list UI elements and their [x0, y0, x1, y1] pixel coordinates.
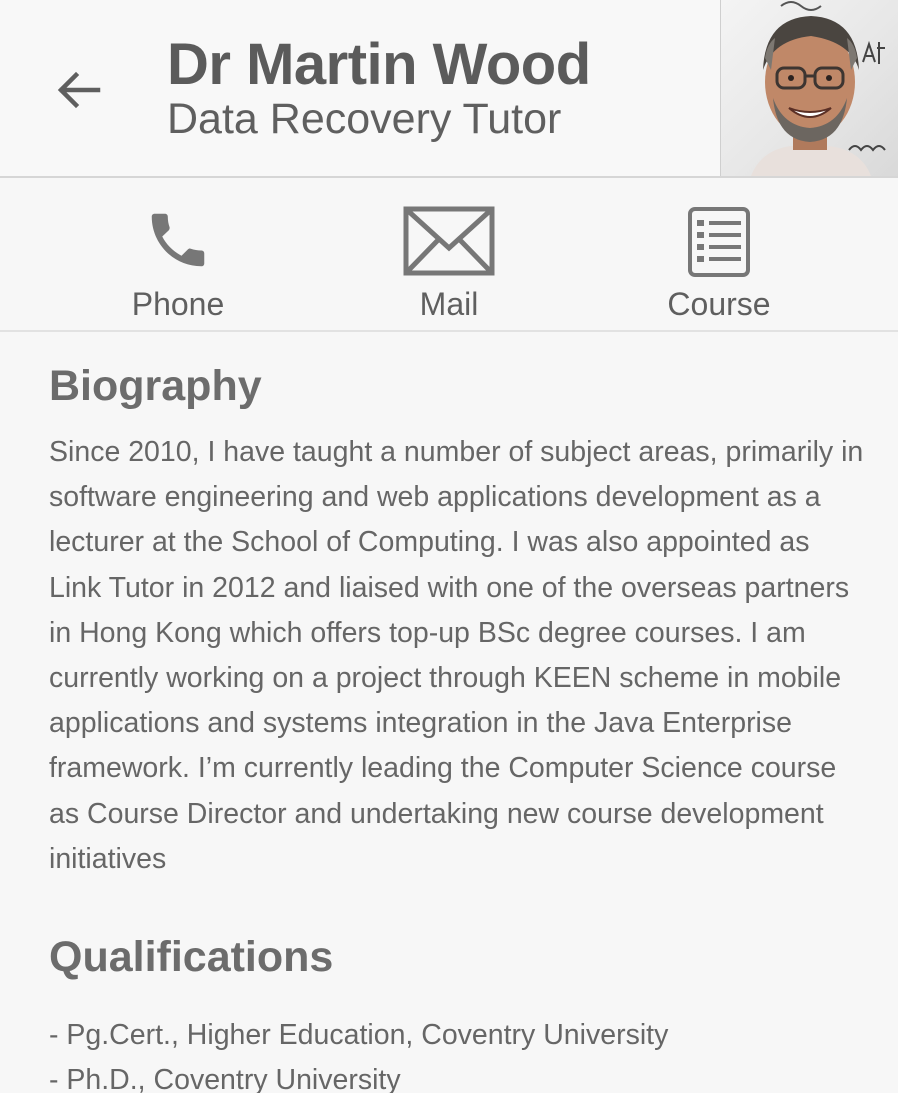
page-title: Dr Martin Wood [167, 32, 591, 97]
phone-label: Phone [131, 286, 225, 322]
app-header: Dr Martin Wood Data Recovery Tutor [0, 0, 898, 178]
qualifications-heading: Qualifications [49, 933, 334, 981]
list-item: - Pg.Cert., Higher Education, Coventry U… [49, 1019, 669, 1051]
avatar[interactable] [720, 0, 898, 176]
mail-button[interactable]: Mail [339, 178, 559, 328]
profile-photo-icon [751, 1, 886, 176]
course-button[interactable]: Course [609, 178, 829, 328]
biography-heading: Biography [49, 362, 262, 410]
mail-icon [403, 206, 495, 276]
biography-text: Since 2010, I have taught a number of su… [49, 436, 864, 875]
contact-actions-bar: Phone Mail Course [0, 178, 898, 332]
page-subtitle: Data Recovery Tutor [167, 95, 562, 143]
qualifications-list: - Pg.Cert., Higher Education, Coventry U… [49, 1013, 869, 1093]
list-item: - Ph.D., Coventry University [49, 1064, 401, 1093]
mail-label: Mail [419, 286, 479, 322]
arrow-left-icon [57, 71, 101, 109]
tutor-profile-screen: Dr Martin Wood Data Recovery Tutor Phone… [0, 0, 898, 1093]
course-list-icon [688, 207, 750, 277]
back-button[interactable] [50, 62, 106, 118]
phone-button[interactable]: Phone [68, 178, 288, 328]
phone-icon [151, 213, 205, 267]
course-label: Course [667, 286, 771, 322]
